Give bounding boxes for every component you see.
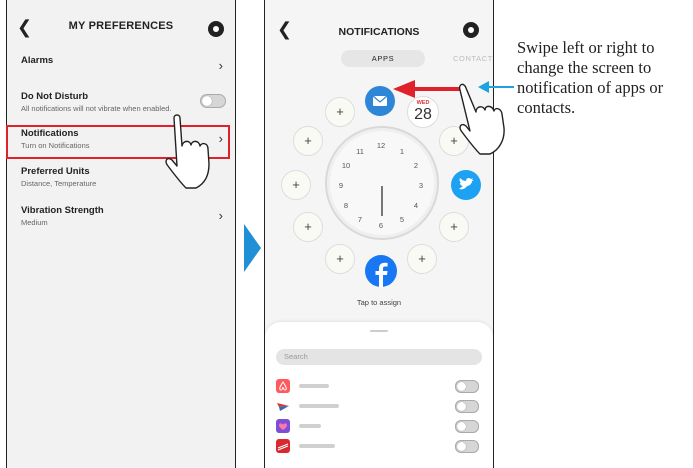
pref-item-subtitle: Medium xyxy=(21,218,48,227)
pref-item-subtitle: All notifications will not vibrate when … xyxy=(21,104,172,113)
swipe-hint-arrow-shaft xyxy=(488,86,514,88)
clock-number: 10 xyxy=(341,161,351,170)
facebook-icon[interactable] xyxy=(365,255,397,287)
clock-number: 3 xyxy=(418,181,424,190)
app-name-blurred xyxy=(299,404,339,408)
watch-face: 12 1 2 3 4 5 6 7 8 9 10 11 xyxy=(325,126,439,240)
assign-slot[interactable]: + xyxy=(439,212,469,242)
airbnb-glyph xyxy=(279,381,287,391)
app-list-item xyxy=(265,377,493,397)
clock-hand xyxy=(381,186,383,216)
app-list-item xyxy=(265,397,493,417)
tab-apps[interactable]: APPS xyxy=(341,50,425,67)
page-title: MY PREFERENCES xyxy=(68,20,174,32)
app-list-item xyxy=(265,437,493,457)
tap-hand-icon xyxy=(165,114,210,189)
app-name-blurred xyxy=(299,424,321,428)
clock-number: 5 xyxy=(399,215,405,224)
pref-item-title: Vibration Strength xyxy=(21,205,104,216)
app-notification-toggle[interactable] xyxy=(455,380,479,393)
assign-slot[interactable]: + xyxy=(281,170,311,200)
pref-item-alarms[interactable]: Alarms › xyxy=(7,55,235,95)
assign-slot[interactable]: + xyxy=(293,126,323,156)
calendar-date: 28 xyxy=(414,106,432,123)
app-notification-toggle[interactable] xyxy=(455,440,479,453)
clock-number: 2 xyxy=(413,161,419,170)
gear-icon[interactable] xyxy=(463,22,479,38)
notifications-screen: ❮ NOTIFICATIONS APPS CONTACTS + + + + + … xyxy=(264,0,494,468)
airbnb-icon xyxy=(276,379,290,393)
preferences-screen: ❮ MY PREFERENCES Alarms › Do Not Disturb… xyxy=(6,0,236,468)
preferences-header: ❮ MY PREFERENCES xyxy=(7,14,235,44)
pref-item-title: Preferred Units xyxy=(21,166,90,177)
clock-number: 7 xyxy=(357,215,363,224)
bank-icon xyxy=(276,439,290,453)
facebook-f-glyph xyxy=(375,262,388,287)
pref-item-vibration-strength[interactable]: Vibration Strength Medium › xyxy=(7,205,235,245)
assign-slot[interactable]: + xyxy=(293,212,323,242)
pocket-icon xyxy=(276,419,290,433)
app-notification-toggle[interactable] xyxy=(455,400,479,413)
pref-item-subtitle: Distance, Temperature xyxy=(21,179,97,188)
do-not-disturb-toggle[interactable] xyxy=(200,94,226,108)
next-step-arrow-icon xyxy=(244,224,261,272)
clock-number: 11 xyxy=(356,147,364,156)
chevron-right-icon: › xyxy=(218,58,223,73)
mail-icon[interactable] xyxy=(365,86,395,116)
sheet-drag-handle[interactable] xyxy=(370,330,388,332)
airline-glyph xyxy=(277,403,289,411)
assign-slot[interactable]: + xyxy=(325,97,355,127)
clock-number: 6 xyxy=(378,221,384,230)
tab-contacts[interactable]: CONTACTS xyxy=(453,50,493,67)
swipe-instruction-caption: Swipe left or right to change the screen… xyxy=(517,38,664,117)
pref-item-title: Do Not Disturb xyxy=(21,91,89,102)
assign-slot[interactable]: + xyxy=(325,244,355,274)
app-list-item xyxy=(265,417,493,437)
app-name-blurred xyxy=(299,384,329,388)
app-list-sheet: Search xyxy=(265,322,493,468)
tap-to-assign-label: Tap to assign xyxy=(356,298,402,307)
twitter-icon[interactable] xyxy=(451,170,481,200)
heart-glyph xyxy=(279,423,287,430)
clock-number: 12 xyxy=(376,141,386,150)
clock-number: 4 xyxy=(413,201,419,210)
clock-number: 8 xyxy=(343,201,349,210)
pref-item-title: Alarms xyxy=(21,55,54,66)
envelope-glyph xyxy=(372,95,388,106)
assign-slot[interactable]: + xyxy=(407,244,437,274)
calendar-icon[interactable]: WED 28 xyxy=(407,96,439,128)
twitter-bird-glyph xyxy=(459,177,474,190)
stripes-glyph xyxy=(277,443,289,451)
app-name-blurred xyxy=(299,444,335,448)
chevron-right-icon: › xyxy=(218,208,223,223)
app-notification-toggle[interactable] xyxy=(455,420,479,433)
swipe-left-arrow-icon xyxy=(393,80,415,98)
clock-number: 1 xyxy=(399,147,405,156)
american-airlines-icon xyxy=(276,399,290,413)
swipe-hint-arrow-icon xyxy=(478,81,489,93)
gear-icon[interactable] xyxy=(208,21,224,37)
clock-number: 9 xyxy=(338,181,344,190)
search-input[interactable]: Search xyxy=(276,349,482,365)
page-title: NOTIFICATIONS xyxy=(338,26,420,38)
